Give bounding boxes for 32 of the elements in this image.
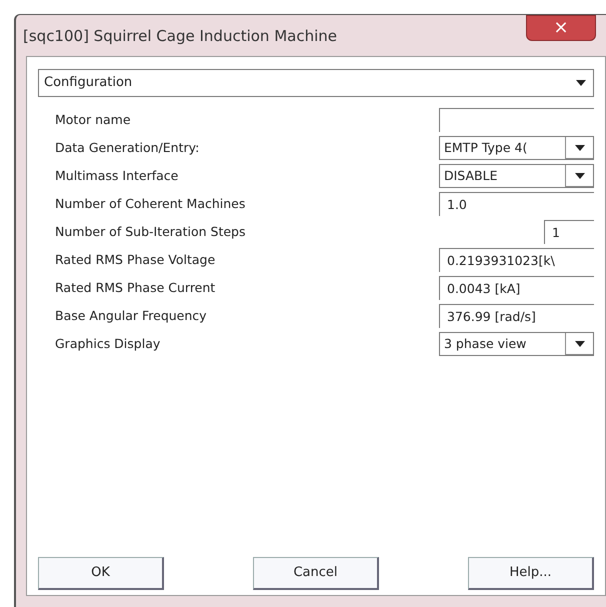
dropdown-value: Configuration <box>43 74 132 92</box>
field-label: Data Generation/Entry: <box>54 138 200 157</box>
input-field[interactable]: 376.99 [rad/s] <box>439 304 594 328</box>
caret-icon <box>574 172 584 178</box>
dropdown-value: DISABLE <box>443 166 498 185</box>
field-label: Rated RMS Phase Current <box>54 278 216 297</box>
dialog-button[interactable]: Help... <box>468 557 594 590</box>
dropdown[interactable]: 3 phase view <box>439 332 594 356</box>
input-field[interactable] <box>439 108 594 132</box>
window-title: [sqc100] Squirrel Cage Induction Machine <box>23 26 337 47</box>
field-label: Base Angular Frequency <box>54 306 207 325</box>
section-dropdown[interactable]: Configuration <box>38 69 594 97</box>
field-label: Graphics Display <box>54 334 160 353</box>
dropdown[interactable]: EMTP Type 4( <box>439 136 594 160</box>
field-label: Multimass Interface <box>54 166 178 185</box>
input-field[interactable]: 0.2193931023[k\ <box>439 248 594 272</box>
dropdown-value: 3 phase view <box>443 334 526 353</box>
field-label: Number of Coherent Machines <box>54 194 246 213</box>
dialog-button[interactable]: OK <box>38 557 164 590</box>
dialog-button[interactable]: Cancel <box>253 557 379 590</box>
field-label: Number of Sub-Iteration Steps <box>54 222 246 241</box>
field-label: Motor name <box>54 110 131 129</box>
caret-icon <box>574 340 584 346</box>
close-button[interactable]: × <box>526 15 596 41</box>
input-field[interactable]: 1.0 <box>439 192 594 216</box>
input-field[interactable]: 1 <box>544 220 594 244</box>
input-field[interactable]: 0.0043 [kA] <box>439 276 594 300</box>
dropdown[interactable]: DISABLE <box>439 164 594 188</box>
dropdown-value: EMTP Type 4( <box>443 138 528 157</box>
caret-icon <box>576 80 586 86</box>
field-label: Rated RMS Phase Voltage <box>54 250 216 269</box>
caret-icon <box>574 144 584 150</box>
